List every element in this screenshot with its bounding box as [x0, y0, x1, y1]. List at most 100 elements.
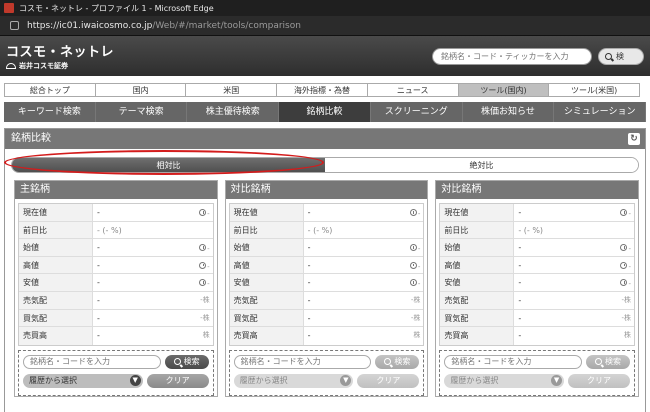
quote-time: - [199, 204, 210, 221]
lock-icon[interactable] [10, 21, 19, 30]
quote-time-value: - [628, 280, 632, 289]
quote-time: - [620, 239, 631, 256]
header-search-input[interactable] [432, 47, 592, 65]
quote-unit: -株 [410, 295, 421, 304]
global-nav-item[interactable]: 海外指標・為替 [277, 84, 368, 96]
history-select[interactable]: 履歴から選択 ▼ [233, 373, 354, 388]
quote-row: 始値 - - [229, 239, 424, 257]
quote-value: - [307, 331, 311, 341]
url-host[interactable]: https://ic01.iwaicosmo.co.jp [27, 21, 152, 31]
sub-nav-item[interactable]: 銘柄比較 [279, 102, 371, 122]
toggle-relative[interactable]: 相対比 [12, 158, 325, 172]
stock-code-input[interactable] [23, 354, 161, 369]
quote-label: 安値 [19, 274, 93, 291]
site-logo[interactable]: コスモ・ネットレ 岩井コスモ証券 [6, 41, 114, 71]
quote-label: 現在値 [19, 204, 93, 221]
clock-icon [409, 279, 417, 287]
address-bar[interactable]: https://ic01.iwaicosmo.co.jp/Web/#/marke… [0, 16, 650, 36]
quote-row: 買気配 - -株 [19, 309, 213, 328]
quote-label: 高値 [229, 256, 304, 274]
global-nav-item[interactable]: ツール(米国) [549, 84, 640, 96]
clear-button[interactable]: クリア [568, 373, 631, 388]
stock-search-button[interactable]: 検索 [375, 354, 420, 369]
quote-unit: -株 [200, 295, 210, 304]
stock-search-label: 検索 [183, 357, 200, 367]
quote-value: - [518, 295, 522, 305]
quote-value: - [307, 260, 311, 270]
global-nav-item[interactable]: ニュース [367, 84, 459, 96]
refresh-icon[interactable]: ↻ [628, 133, 640, 145]
clear-button[interactable]: クリア [146, 373, 209, 388]
quote-time: - [409, 257, 420, 274]
quote-value-cell: -- [93, 257, 213, 274]
quote-label: 始値 [440, 239, 515, 256]
window-title: コスモ・ネットレ - プロファイル 1 - Microsoft Edge [19, 3, 214, 13]
column-title: 対比銘柄 [436, 181, 639, 199]
quote-label: 売気配 [19, 291, 93, 309]
brand-header: コスモ・ネットレ 岩井コスモ証券 検 [0, 36, 650, 76]
global-nav-item[interactable]: 米国 [186, 84, 278, 96]
quote-value: - [97, 295, 100, 305]
sub-nav-item[interactable]: キーワード検索 [4, 102, 96, 122]
quote-row: 安値 - - [19, 274, 213, 292]
quote-value-cell: -株 [304, 327, 424, 345]
quote-time-value: - [628, 210, 632, 218]
quote-row: 現在値 - - [19, 204, 213, 222]
stock-search-button[interactable]: 検索 [586, 354, 631, 369]
logo-mark-icon [6, 63, 16, 69]
search-icon [384, 358, 392, 366]
sub-nav-item[interactable]: 株主優待検索 [187, 102, 280, 122]
quote-value: - (- %) [307, 225, 333, 235]
quote-value-cell: -- [93, 204, 213, 221]
quote-row: 買気配 - -株 [229, 309, 424, 328]
clear-button[interactable]: クリア [357, 373, 420, 388]
quote-time-value: - [628, 245, 632, 254]
quote-label: 売買高 [440, 327, 515, 345]
sub-nav-item[interactable]: 株価お知らせ [463, 102, 555, 122]
global-nav-item[interactable]: ツール(国内) [458, 84, 550, 96]
quote-row: 高値 - - [440, 256, 635, 275]
sub-nav-item[interactable]: スクリーニング [371, 102, 463, 122]
quote-unit: -株 [621, 295, 632, 304]
quote-time: - [620, 257, 631, 274]
history-select[interactable]: 履歴から選択 ▼ [23, 373, 143, 388]
quote-label: 現在値 [229, 204, 304, 221]
stock-column: 主銘柄 現在値 - - 前日比 - (- %) 始値 - - 高値 - - 安値 - - 売気配 - -株 買気配 -… [14, 180, 218, 397]
stock-input-box: 検索履歴から選択 ▼ クリア [18, 349, 214, 396]
quote-row: 安値 - - [229, 274, 424, 292]
column-title: 主銘柄 [15, 181, 217, 199]
column-title: 対比銘柄 [225, 181, 428, 199]
quote-value: - (- %) [518, 225, 544, 235]
toggle-absolute[interactable]: 絶対比 [325, 158, 638, 172]
quote-time: - [199, 274, 210, 291]
quote-label: 前日比 [440, 221, 515, 239]
sub-nav-item[interactable]: シミュレーション [554, 102, 647, 122]
quote-unit: 株 [624, 331, 632, 340]
global-nav-item[interactable]: 総合トップ [5, 84, 96, 96]
quote-label: 前日比 [19, 221, 93, 239]
stock-code-input[interactable] [233, 354, 372, 369]
global-nav-item[interactable]: 国内 [95, 84, 187, 96]
history-select[interactable]: 履歴から選択 ▼ [444, 373, 565, 388]
quote-value: - [518, 260, 522, 270]
quote-value-cell: -- [514, 239, 634, 256]
quote-value: - [307, 243, 311, 253]
quote-label: 高値 [19, 256, 93, 274]
quote-value: - [307, 295, 311, 305]
quote-value-cell: - -株 [93, 292, 213, 309]
header-search-button[interactable]: 検 [598, 47, 644, 65]
quote-label: 買気配 [440, 309, 515, 327]
clock-icon [620, 279, 628, 287]
quote-time-value: - [207, 280, 210, 289]
stock-search-label: 検索 [605, 357, 622, 367]
logo-title: コスモ・ネットレ [6, 45, 115, 60]
quote-row: 始値 - - [440, 239, 635, 257]
comparison-columns: 主銘柄 現在値 - - 前日比 - (- %) 始値 - - 高値 - - 安値 - - 売気配 - -株 買気配 -… [14, 180, 640, 397]
quote-table: 現在値 - - 前日比 - (- %) 始値 - - 高値 - - 安値 - - 売気配 - -株 買気配 - -株売… [18, 203, 214, 346]
sub-nav-item[interactable]: テーマ検索 [96, 102, 188, 122]
quote-table: 現在値 - - 前日比 - (- %) 始値 - - 高値 - - 安値 - - 売気配 - -株 買気配 - -株売… [439, 203, 636, 346]
url-path[interactable]: /Web/#/market/tools/comparison [152, 21, 301, 31]
clock-icon [620, 261, 628, 269]
stock-code-input[interactable] [444, 354, 583, 369]
stock-search-button[interactable]: 検索 [164, 354, 209, 369]
